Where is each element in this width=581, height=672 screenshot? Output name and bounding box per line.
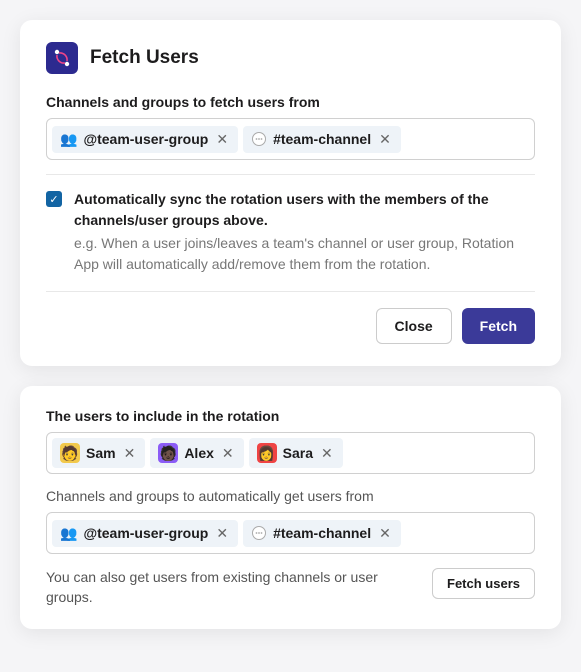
checkbox-description: e.g. When a user joins/leaves a team's c… (74, 233, 535, 275)
avatar-icon: 👩 (257, 443, 277, 463)
modal-header: Fetch Users (46, 42, 535, 74)
avatar-icon: 🧑 (60, 443, 80, 463)
user-token: 🧑🏿 Alex ✕ (150, 438, 243, 468)
fetch-button[interactable]: Fetch (462, 308, 535, 344)
modal-actions: Close Fetch (46, 291, 535, 344)
remove-user-button[interactable]: ✕ (122, 445, 138, 462)
token-label: #team-channel (273, 131, 371, 147)
rotation-panel: The users to include in the rotation 🧑 S… (20, 386, 561, 629)
users-token-field[interactable]: 🧑 Sam ✕ 🧑🏿 Alex ✕ 👩 Sara ✕ (46, 432, 535, 474)
user-group-icon: 👥 (60, 131, 77, 148)
fetch-users-hint: You can also get users from existing cha… (46, 568, 418, 607)
remove-token-button[interactable]: ✕ (377, 525, 393, 542)
token-label: @team-user-group (83, 525, 208, 541)
sync-checkbox[interactable]: ✓ (46, 191, 62, 207)
users-field-label: The users to include in the rotation (46, 408, 535, 424)
token-group: 👥 @team-user-group ✕ (52, 520, 238, 547)
remove-user-button[interactable]: ✕ (319, 445, 335, 462)
channel-icon (251, 131, 267, 147)
channels-field-label: Channels and groups to fetch users from (46, 94, 535, 110)
sync-checkbox-row: ✓ Automatically sync the rotation users … (46, 189, 535, 275)
channels-token-field[interactable]: 👥 @team-user-group ✕ #team-channel ✕ (46, 118, 535, 160)
avatar-icon: 🧑🏿 (158, 443, 178, 463)
user-name: Alex (184, 445, 214, 461)
fetch-users-row: You can also get users from existing cha… (46, 568, 535, 607)
token-label: @team-user-group (83, 131, 208, 147)
user-name: Sam (86, 445, 116, 461)
modal-title: Fetch Users (90, 47, 199, 69)
auto-channels-label: Channels and groups to automatically get… (46, 488, 535, 504)
fetch-users-button[interactable]: Fetch users (432, 568, 535, 599)
token-label: #team-channel (273, 525, 371, 541)
user-group-icon: 👥 (60, 525, 77, 542)
remove-token-button[interactable]: ✕ (214, 525, 230, 542)
user-token: 🧑 Sam ✕ (52, 438, 145, 468)
token-channel: #team-channel ✕ (243, 520, 401, 547)
checkbox-label: Automatically sync the rotation users wi… (74, 189, 535, 231)
token-channel: #team-channel ✕ (243, 126, 401, 153)
auto-channels-token-field[interactable]: 👥 @team-user-group ✕ #team-channel ✕ (46, 512, 535, 554)
fetch-users-modal: Fetch Users Channels and groups to fetch… (20, 20, 561, 366)
close-button[interactable]: Close (376, 308, 452, 344)
remove-user-button[interactable]: ✕ (220, 445, 236, 462)
remove-token-button[interactable]: ✕ (377, 131, 393, 148)
channel-icon (251, 525, 267, 541)
remove-token-button[interactable]: ✕ (214, 131, 230, 148)
user-token: 👩 Sara ✕ (249, 438, 343, 468)
token-group: 👥 @team-user-group ✕ (52, 126, 238, 153)
checkbox-content: Automatically sync the rotation users wi… (74, 189, 535, 275)
app-icon (46, 42, 78, 74)
user-name: Sara (283, 445, 313, 461)
divider (46, 174, 535, 175)
